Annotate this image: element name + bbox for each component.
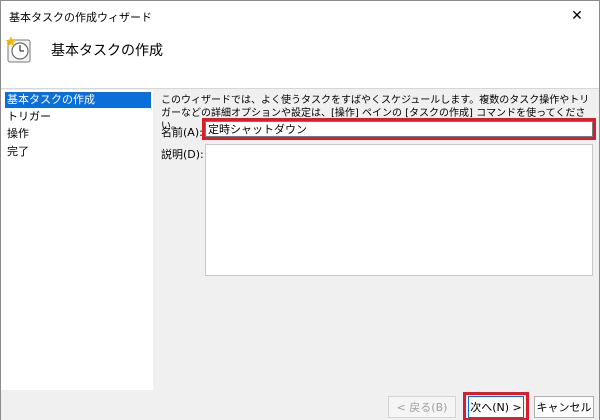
title-bar: 基本タスクの作成ウィザード ✕: [1, 1, 599, 31]
wizard-footer: < 戻る(B) 次へ(N) > キャンセル: [1, 390, 599, 420]
task-scheduler-icon: [5, 36, 31, 63]
window-title: 基本タスクの作成ウィザード: [9, 11, 152, 24]
wizard-window: 基本タスクの作成ウィザード ✕ 基本タスクの作成 基本タスクの作成 トリガー 操…: [0, 0, 600, 420]
wizard-header: 基本タスクの作成: [1, 31, 599, 89]
back-button[interactable]: < 戻る(B): [388, 396, 456, 418]
step-action: 操作: [7, 127, 29, 140]
wizard-content: このウィザードでは、よく使うタスクをすばやくスケジュールします。複数のタスク操作…: [153, 90, 599, 390]
page-title: 基本タスクの作成: [51, 43, 163, 59]
step-create-basic-task: 基本タスクの作成: [5, 92, 151, 108]
wizard-steps: 基本タスクの作成 トリガー 操作 完了: [1, 90, 153, 390]
close-icon[interactable]: ✕: [555, 1, 599, 31]
cancel-button[interactable]: キャンセル: [534, 396, 594, 418]
step-finish: 完了: [7, 145, 29, 158]
next-button[interactable]: 次へ(N) >: [468, 396, 524, 418]
description-textarea[interactable]: [205, 144, 593, 276]
description-label: 説明(D):: [161, 148, 204, 161]
name-input[interactable]: [205, 121, 593, 137]
name-label: 名前(A):: [161, 126, 203, 139]
step-trigger: トリガー: [7, 110, 51, 123]
